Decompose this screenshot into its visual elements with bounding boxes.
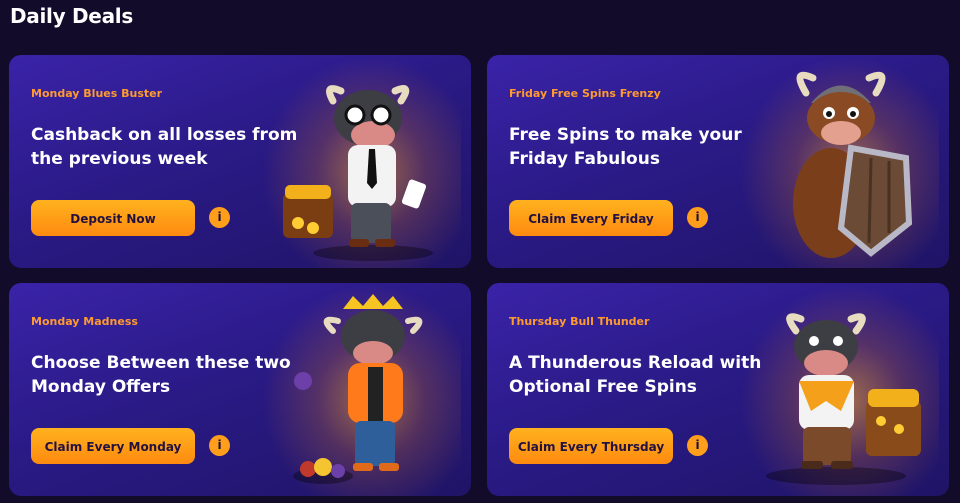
info-icon[interactable]: i: [687, 207, 708, 228]
info-icon[interactable]: i: [209, 207, 230, 228]
deal-subtitle: Monday Madness: [31, 315, 138, 328]
deposit-now-button[interactable]: Deposit Now: [31, 200, 195, 236]
deal-card-friday-free-spins: Friday Free Spins Frenzy Free Spins to m…: [487, 55, 949, 268]
deal-card-thursday-bull-thunder: Thursday Bull Thunder A Thunderous Reloa…: [487, 283, 949, 496]
deal-card-monday-madness: Monday Madness Choose Between these two …: [9, 283, 471, 496]
deal-subtitle: Thursday Bull Thunder: [509, 315, 650, 328]
deal-headline: Free Spins to make your Friday Fabulous: [509, 125, 742, 169]
deal-subtitle: Monday Blues Buster: [31, 87, 163, 100]
deals-grid: Monday Blues Buster Cashback on all loss…: [9, 55, 951, 496]
info-icon[interactable]: i: [687, 435, 708, 456]
deal-card-monday-blues: Monday Blues Buster Cashback on all loss…: [9, 55, 471, 268]
deal-subtitle: Friday Free Spins Frenzy: [509, 87, 661, 100]
deal-headline: A Thunderous Reload with Optional Free S…: [509, 353, 762, 397]
deal-headline: Choose Between these two Monday Offers: [31, 353, 291, 397]
deal-headline: Cashback on all losses from the previous…: [31, 125, 298, 169]
info-icon[interactable]: i: [209, 435, 230, 456]
claim-every-thursday-button[interactable]: Claim Every Thursday: [509, 428, 673, 464]
claim-every-friday-button[interactable]: Claim Every Friday: [509, 200, 673, 236]
claim-every-monday-button[interactable]: Claim Every Monday: [31, 428, 195, 464]
page-title: Daily Deals: [10, 4, 133, 28]
